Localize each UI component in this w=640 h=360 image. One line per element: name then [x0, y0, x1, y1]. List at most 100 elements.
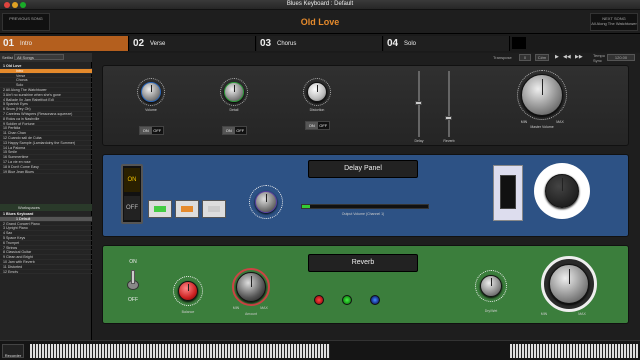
rocker-switch[interactable]: ON OFF — [121, 164, 143, 224]
off-label: OFF — [153, 128, 162, 133]
reverb-slider-label: Reverb — [443, 139, 455, 143]
distortion-onoff-switch[interactable]: ON OFF — [305, 121, 330, 130]
rocker-off-label: OFF — [124, 196, 140, 220]
blue-led-button[interactable] — [370, 295, 380, 305]
green-led-button[interactable] — [342, 295, 352, 305]
part-chorus[interactable]: 03 Chorus — [257, 36, 383, 51]
delay-slider[interactable] — [415, 71, 422, 137]
master-min-label: MIN — [540, 312, 548, 316]
list-item[interactable]: 19 Blue Jean Blues — [0, 170, 92, 175]
song-list: 1 Old Love Intro Verse Chorus Solo 2 All… — [0, 64, 92, 175]
reverb-panel: ON OFF Balance MIN MAX Amount Reverb Dry… — [102, 245, 629, 324]
red-led-button[interactable] — [314, 295, 324, 305]
delay-slider-thumb[interactable] — [415, 101, 422, 105]
on-label: ON — [306, 122, 318, 129]
workspace-list: 1 Blues Keyboard 1 Default 2 Grand Conce… — [0, 212, 92, 275]
setlist-select[interactable]: All Songs — [14, 54, 64, 60]
part-verse[interactable]: 02 Verse — [130, 36, 256, 51]
transpose-field[interactable]: 0 — [519, 54, 531, 61]
distortion-knob[interactable] — [307, 82, 327, 102]
song-header: PREVIOUS SONG Old Love NEXT SONG All Alon… — [0, 10, 640, 34]
drywet-knob[interactable] — [480, 275, 502, 297]
part-label: Intro — [20, 41, 33, 47]
distortion-knob-label: Distortion — [309, 108, 325, 112]
min-label: MIN — [520, 120, 528, 124]
on-label: ON — [223, 127, 235, 134]
setlist-header: Setlist All Songs — [0, 53, 92, 62]
on-label: ON — [140, 127, 152, 134]
volume-knob-label: Volume — [145, 108, 157, 112]
green-led-button[interactable] — [148, 200, 172, 218]
output-meter — [301, 204, 429, 209]
rewind-icon[interactable]: ◀◀ — [563, 54, 571, 60]
amount-knob[interactable] — [236, 272, 266, 302]
sync-label: Sync — [593, 58, 602, 63]
amount-max-label: MAX — [260, 306, 268, 310]
reverb-slider[interactable] — [445, 71, 452, 137]
title-bar: Blues Keyboard : Default — [0, 0, 640, 10]
delay-panel-title: Delay Panel — [308, 160, 418, 178]
recorder-label: Recorder — [4, 353, 22, 358]
white-led-button[interactable] — [202, 200, 226, 218]
part-label: Verse — [150, 41, 166, 47]
detail-knob-label: Detail — [229, 108, 239, 112]
toggle-switch[interactable] — [500, 175, 516, 209]
forward-icon[interactable]: ▶▶ — [575, 54, 583, 60]
master-reverb-knob[interactable] — [549, 264, 589, 304]
next-song-name: All Along The Watchtower — [591, 21, 637, 26]
window-title: Blues Keyboard : Default — [286, 1, 354, 7]
toggle-on-label: ON — [129, 259, 137, 265]
sidebar: Setlist All Songs 1 Old Love Intro Verse… — [0, 53, 92, 340]
toggle-plate — [493, 165, 523, 221]
toggle-off-label: OFF — [128, 297, 138, 303]
master-volume-label: Master Volume — [530, 125, 554, 129]
part-label: Chorus — [277, 41, 297, 47]
tempo-field[interactable]: 120.00 — [607, 54, 635, 61]
volume-knob[interactable] — [141, 82, 161, 102]
part-number: 02 — [133, 38, 145, 49]
off-label: OFF — [236, 128, 245, 133]
reverb-panel-title: Reverb — [308, 254, 418, 272]
keyboard-left[interactable] — [30, 344, 330, 358]
part-solo[interactable]: 04 Solo — [384, 36, 510, 51]
bat-toggle[interactable] — [127, 270, 139, 290]
volume-onoff-switch[interactable]: ON OFF — [139, 126, 164, 135]
key-field[interactable]: C#m — [535, 54, 549, 61]
workspaces-header: Workspaces — [0, 204, 92, 211]
recorder-button[interactable]: Recorder — [2, 344, 24, 358]
detail-onoff-switch[interactable]: ON OFF — [222, 126, 247, 135]
amp-panel: Volume ON OFF Detail ON OFF Distortion ON O… — [102, 65, 629, 146]
part-number: 01 — [3, 38, 15, 49]
balance-knob-label: Balance — [181, 310, 195, 314]
output-meter-label: Output Volume (Channel 1) — [341, 212, 385, 216]
transpose-label: Transpose — [493, 55, 512, 60]
delay-time-knob[interactable] — [545, 174, 579, 208]
max-label: MAX — [556, 120, 564, 124]
detail-knob[interactable] — [224, 82, 244, 102]
song-title: Old Love — [300, 17, 340, 27]
drywet-knob-label: Dry/Wet — [484, 309, 498, 313]
amount-min-label: MIN — [232, 306, 240, 310]
rocker-on-label: ON — [124, 168, 140, 192]
delay-knob[interactable] — [255, 191, 277, 213]
delay-slider-label: Delay — [414, 139, 424, 143]
parts-bar: 01 Intro 02 Verse 03 Chorus 04 Solo — [0, 35, 640, 52]
off-label: OFF — [319, 123, 328, 128]
master-max-label: MAX — [578, 312, 586, 316]
list-item[interactable]: 12 Empty — [0, 270, 92, 275]
keyboard-right[interactable] — [510, 344, 638, 358]
orange-led-button[interactable] — [175, 200, 199, 218]
play-icon[interactable]: ▶ — [555, 54, 559, 60]
part-label: Solo — [404, 41, 417, 47]
master-volume-knob[interactable] — [521, 74, 563, 116]
part-empty-slot[interactable] — [512, 37, 526, 49]
balance-knob[interactable] — [178, 281, 198, 301]
delay-panel: ON OFF Delay Panel Output Volume (Channe… — [102, 154, 629, 237]
amount-knob-label: Amount — [244, 312, 258, 316]
part-number: 03 — [260, 38, 272, 49]
next-song-button[interactable]: NEXT SONG All Along The Watchtower — [590, 13, 638, 31]
part-number: 04 — [387, 38, 399, 49]
part-intro[interactable]: 01 Intro — [0, 36, 129, 51]
reverb-slider-thumb[interactable] — [445, 116, 452, 120]
setlist-label: Setlist — [2, 55, 13, 60]
